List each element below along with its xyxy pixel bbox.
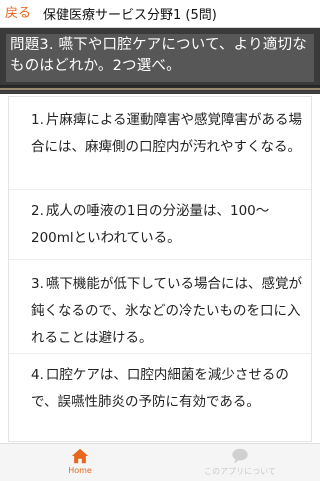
page-title: 保健医療サービス分野1 (5問) — [43, 8, 217, 23]
nav-about[interactable]: このアプリについて — [160, 444, 320, 481]
answer-text: 成人の唾液の1日の分泌量は、100～200mlといわれている。 — [31, 203, 270, 246]
answer-text: 口腔ケアは、口腔内細菌を減少させるので、誤嚥性肺炎の予防に有効である。 — [31, 367, 289, 410]
answer-text: 嚥下機能が低下している場合には、感覚が鈍くなるので、氷などの冷たいものを口に入れ… — [31, 276, 302, 346]
question-text: 問題3. 嚥下や口腔ケアについて、より適切なものはどれか。2つ選べ。 — [6, 34, 314, 82]
answer-list: 1. 片麻痺による運動障害や感覚障害がある場合には、麻痺側の口腔内が汚れやすくなる… — [8, 96, 312, 442]
top-bar: 戻る 保健医療サービス分野1 (5問) — [0, 0, 320, 28]
nav-about-label: このアプリについて — [204, 467, 276, 476]
answer-text: 片麻痺による運動障害や感覚障害がある場合には、麻痺側の口腔内が汚れやすくなる。 — [31, 112, 302, 155]
home-icon — [71, 448, 89, 464]
answer-option-3[interactable]: 3. 嚥下機能が低下している場合には、感覚が鈍くなるので、氷などの冷たいものを口に… — [9, 260, 311, 354]
nav-home-label: Home — [68, 466, 92, 475]
divider — [0, 85, 320, 93]
answer-number: 2. — [31, 203, 44, 219]
answer-option-4[interactable]: 4. 口腔ケアは、口腔内細菌を減少させるので、誤嚥性肺炎の予防に有効である。 — [9, 354, 311, 442]
back-button[interactable]: 戻る — [5, 0, 31, 27]
speech-bubble-icon — [232, 448, 248, 464]
answer-number: 3. — [31, 276, 44, 292]
answer-number: 4. — [31, 367, 44, 383]
answer-option-2[interactable]: 2. 成人の唾液の1日の分泌量は、100～200mlといわれている。 — [9, 190, 311, 260]
answer-number: 1. — [31, 112, 44, 128]
nav-home[interactable]: Home — [0, 444, 160, 481]
bottom-navigation: Home このアプリについて — [0, 443, 320, 481]
answer-option-1[interactable]: 1. 片麻痺による運動障害や感覚障害がある場合には、麻痺側の口腔内が汚れやすくなる… — [9, 97, 311, 190]
